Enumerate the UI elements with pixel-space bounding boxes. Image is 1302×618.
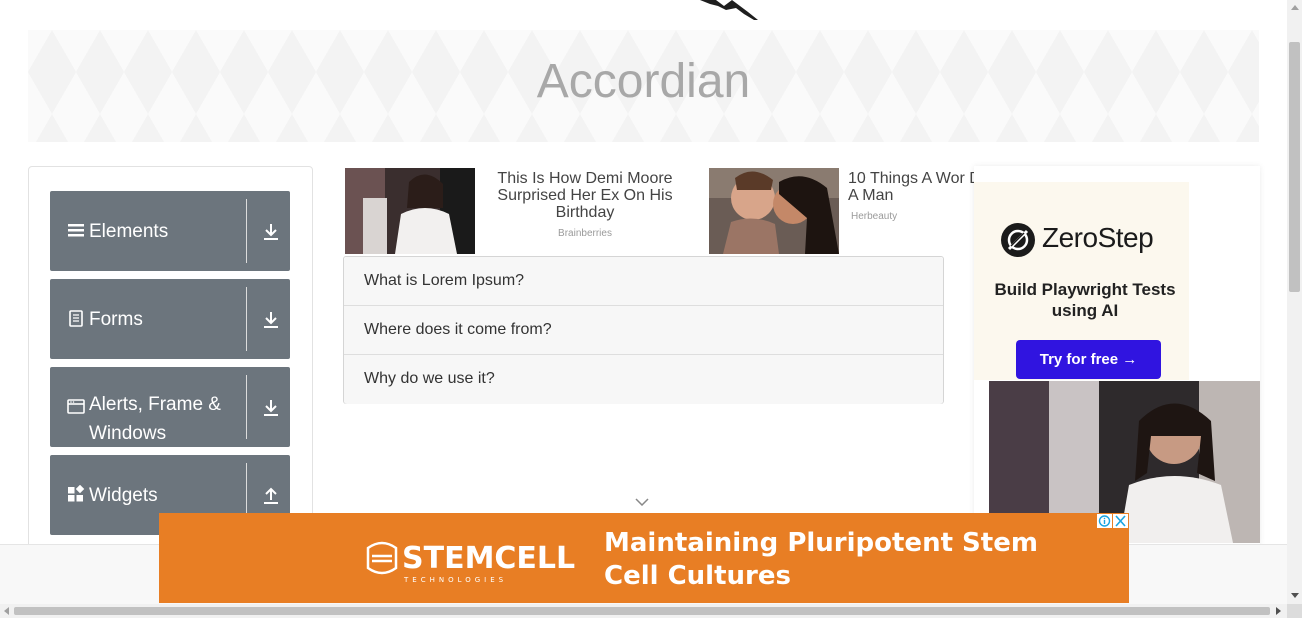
chevron-down-icon[interactable] xyxy=(635,498,649,506)
scroll-down-arrow[interactable] xyxy=(1291,593,1299,598)
stemcell-brand-sub: TECHNOLOGIES xyxy=(404,576,508,584)
sidebar-group-alerts[interactable]: Alerts, Frame & Windows xyxy=(50,367,290,447)
scroll-right-arrow[interactable] xyxy=(1276,607,1281,615)
vertical-scroll-thumb[interactable] xyxy=(1289,42,1300,292)
page-title: Accordian xyxy=(536,55,751,108)
ad-headline: Maintaining Pluripotent Stem Cell Cultur… xyxy=(604,528,1038,591)
page-banner: Accordian xyxy=(28,30,1259,142)
divider xyxy=(246,199,247,263)
adchoices-info-icon[interactable] xyxy=(1097,514,1112,528)
horizontal-scroll-thumb[interactable] xyxy=(14,607,1270,615)
accordion: What is Lorem Ipsum? Where does it come … xyxy=(343,256,944,404)
accordion-header[interactable]: What is Lorem Ipsum? xyxy=(364,272,524,290)
accordion-section-3[interactable]: Why do we use it? xyxy=(344,355,943,404)
ad-title: This Is How Demi Moore Surprised Her Ex … xyxy=(497,170,673,221)
download-arrow-icon[interactable] xyxy=(262,309,280,329)
divider xyxy=(246,375,247,439)
download-arrow-icon[interactable] xyxy=(262,397,280,417)
sponsored-card[interactable]: This Is How Demi Moore Surprised Her Ex … xyxy=(345,168,700,254)
close-ad-icon[interactable] xyxy=(1113,514,1128,528)
ad-source: Herbeauty xyxy=(851,211,898,222)
try-for-free-button[interactable]: Try for free → xyxy=(1016,340,1161,379)
zerostep-tagline: Build Playwright Tests using AI xyxy=(994,280,1176,320)
ad-title: 10 Things A Wor Does With A Man xyxy=(848,170,974,204)
scroll-up-arrow[interactable] xyxy=(1291,5,1299,10)
scrollbar-corner xyxy=(1287,604,1302,618)
stemcell-logo-icon xyxy=(366,541,398,575)
ad-thumbnail-image xyxy=(345,168,475,254)
sidebar-group-label: Widgets xyxy=(89,485,158,506)
horizontal-scrollbar[interactable] xyxy=(0,604,1287,618)
sidebar-group-elements[interactable]: Elements xyxy=(50,191,290,271)
zerostep-brand: ZeroStep xyxy=(1042,222,1154,253)
zerostep-ad[interactable]: ZeroStep Build Playwright Tests using AI… xyxy=(974,182,1189,380)
window-icon xyxy=(67,399,85,414)
menu-bars-icon xyxy=(68,224,84,237)
sponsored-card[interactable]: 10 Things A Wor Does With A Man Herbeaut… xyxy=(709,168,974,254)
accordion-header[interactable]: Where does it come from? xyxy=(364,321,552,339)
page: Accordian Elements Forms Alerts, Frame &… xyxy=(0,0,1302,618)
ad-thumbnail-image xyxy=(709,168,839,254)
upload-arrow-icon[interactable] xyxy=(262,485,280,505)
document-icon xyxy=(69,310,83,327)
vertical-scrollbar[interactable] xyxy=(1287,0,1302,604)
download-arrow-icon[interactable] xyxy=(262,221,280,241)
ad-source: Brainberries xyxy=(558,228,612,239)
stemcell-logo: STEMCELL TECHNOLOGIES xyxy=(366,538,575,584)
zerostep-logo-icon xyxy=(1001,223,1035,257)
sidebar-group-label: Elements xyxy=(89,221,169,242)
accordion-section-2[interactable]: Where does it come from? xyxy=(344,306,943,355)
stemcell-brand: STEMCELL xyxy=(402,541,576,576)
divider xyxy=(246,287,247,351)
site-logo-icon[interactable] xyxy=(696,0,760,20)
sidebar-ad[interactable]: ZeroStep Build Playwright Tests using AI… xyxy=(974,166,1260,546)
ad-choices[interactable] xyxy=(1095,514,1129,528)
accordion-section-1[interactable]: What is Lorem Ipsum? xyxy=(344,257,943,306)
sidebar-group-forms[interactable]: Forms xyxy=(50,279,290,359)
stemcell-banner-ad[interactable]: STEMCELL TECHNOLOGIES Maintaining Plurip… xyxy=(159,513,1129,603)
sidebar: Elements Forms Alerts, Frame & Windows W… xyxy=(28,166,313,566)
sidebar-group-label: Alerts, Frame & Windows xyxy=(89,394,221,444)
scroll-left-arrow[interactable] xyxy=(4,607,9,615)
sidebar-group-label: Forms xyxy=(89,309,143,330)
widgets-icon xyxy=(68,485,85,502)
accordion-header[interactable]: Why do we use it? xyxy=(364,370,495,388)
